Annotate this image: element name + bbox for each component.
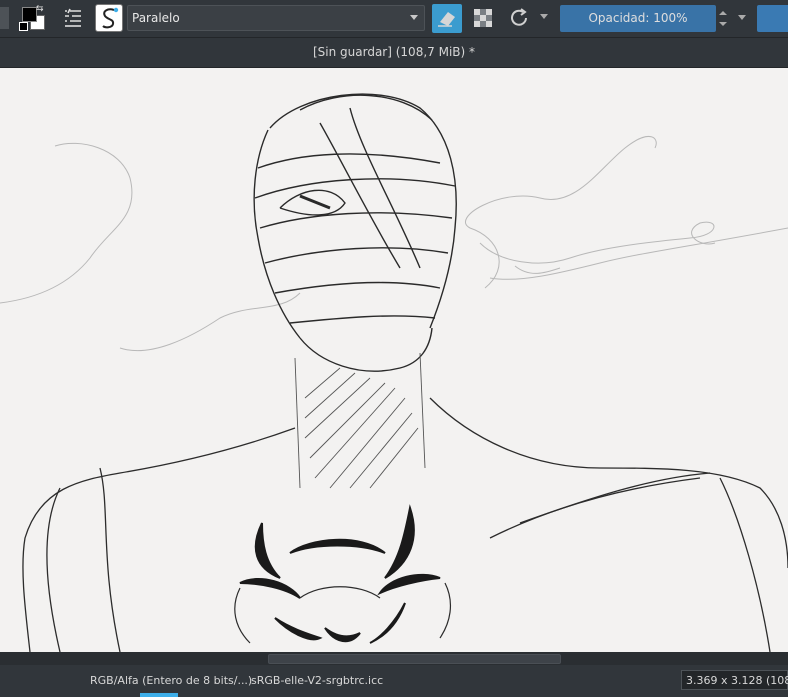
reload-icon (511, 8, 527, 26)
opacity-slider[interactable]: Opacidad: 100% (560, 5, 716, 32)
scrollbar-thumb[interactable] (268, 654, 561, 664)
color-profile-label: sRGB-elle-V2-srgbtrc.icc (251, 674, 384, 687)
brush-preset-icon[interactable] (95, 4, 123, 32)
opacity-options-chevron-icon[interactable] (738, 15, 746, 20)
spin-down-icon[interactable] (719, 22, 727, 26)
brush-settings-icon[interactable] (62, 7, 84, 29)
eraser-mode-button[interactable] (432, 4, 462, 33)
color-space-label[interactable]: RGB/Alfa (Entero de 8 bits/...) (90, 674, 252, 687)
document-title: [Sin guardar] (108,7 MiB) * (312, 45, 476, 59)
drawing-canvas[interactable] (0, 68, 788, 652)
document-title-bar: [Sin guardar] (108,7 MiB) * (0, 38, 788, 68)
swap-colors-icon[interactable]: ⇆ (36, 4, 44, 14)
status-accent-indicator (140, 693, 178, 697)
preserve-alpha-icon (474, 9, 492, 27)
reload-preset-button[interactable] (506, 6, 532, 31)
reload-options-chevron-icon[interactable] (540, 14, 548, 19)
horizontal-scrollbar[interactable] (0, 652, 788, 665)
fg-bg-color-icon[interactable]: ⇆ (19, 4, 49, 32)
blend-mode-select[interactable]: Paralelo (127, 5, 425, 31)
status-bar: RGB/Alfa (Entero de 8 bits/...) sRGB-ell… (0, 665, 788, 697)
reset-colors-icon[interactable] (19, 22, 28, 31)
opacity-spinbox[interactable] (716, 5, 730, 32)
sketch-artwork (0, 93, 788, 652)
image-size-field[interactable]: 3.369 x 3.128 (108,7 (681, 670, 788, 690)
image-size-label: 3.369 x 3.128 (108,7 (686, 674, 788, 687)
blend-mode-value: Paralelo (132, 11, 180, 25)
chevron-down-icon (410, 15, 418, 20)
preserve-alpha-button[interactable] (470, 6, 496, 31)
toolbar-handle[interactable] (0, 7, 9, 29)
opacity-label: Opacidad: 100% (588, 11, 688, 25)
foreground-color-swatch[interactable] (22, 7, 37, 22)
flow-slider[interactable] (757, 5, 788, 32)
eraser-icon (438, 12, 455, 27)
spin-up-icon[interactable] (719, 11, 727, 15)
brush-toolbar: ⇆ Paralelo Opacidad: 100% (0, 0, 788, 38)
